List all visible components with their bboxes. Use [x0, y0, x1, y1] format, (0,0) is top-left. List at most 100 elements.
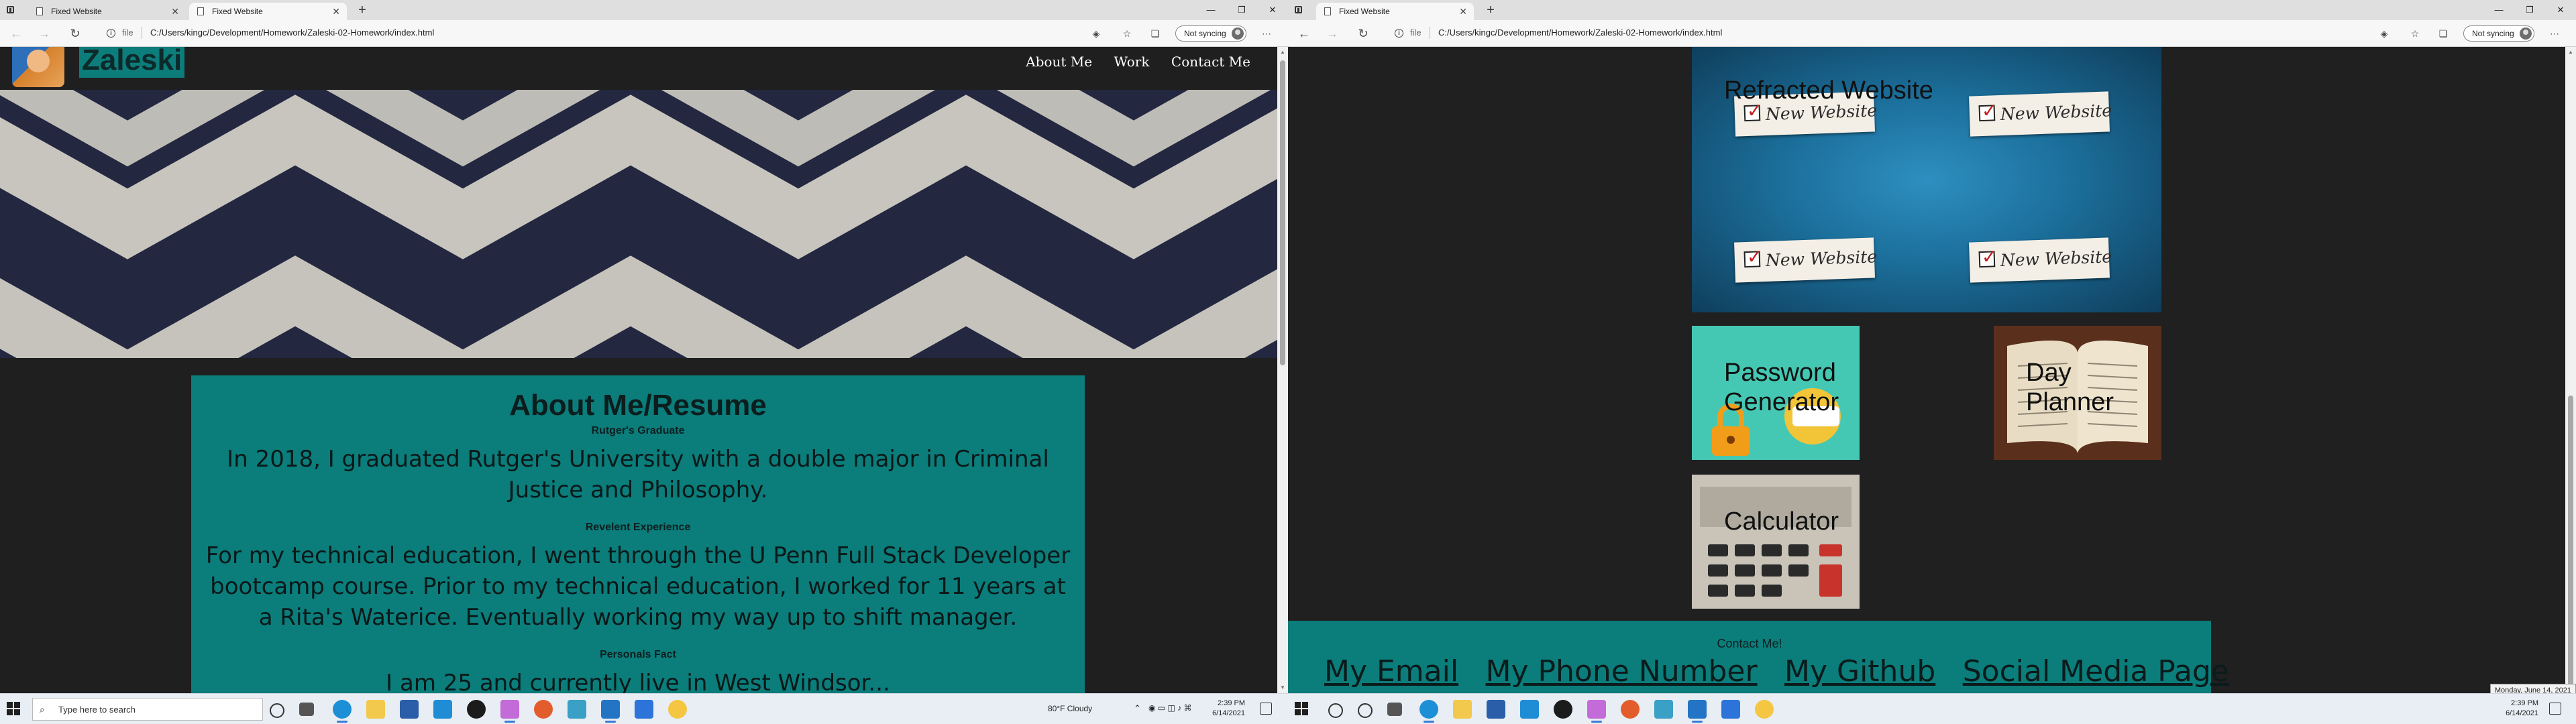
- taskbar-search-box[interactable]: ⌕ Type here to search: [32, 698, 263, 721]
- paint-icon[interactable]: [668, 700, 687, 719]
- task-view-icon[interactable]: [299, 703, 314, 716]
- close-tab-icon[interactable]: ✕: [171, 3, 179, 20]
- page-icon: [36, 7, 43, 15]
- scroll-up-icon[interactable]: ▲: [2565, 47, 2576, 58]
- new-tab-icon[interactable]: +: [1483, 3, 1499, 19]
- chrome-app-icon[interactable]: [534, 700, 553, 719]
- forward-icon[interactable]: →: [36, 25, 52, 42]
- address-scheme: file: [122, 27, 133, 38]
- xbox-icon[interactable]: [467, 700, 486, 719]
- scrollbar-thumb[interactable]: [1280, 60, 1285, 365]
- nav-link-contact-me[interactable]: Contact Me: [1171, 54, 1250, 70]
- favorite-star-icon[interactable]: ☆: [2408, 27, 2422, 40]
- about-section: About Me/Resume Rutger's Graduate In 201…: [191, 375, 1085, 693]
- work-featured-refracted-website[interactable]: New Website New Website New Website New …: [1692, 47, 2161, 312]
- back-icon[interactable]: ←: [1296, 25, 1312, 42]
- task-view-icon[interactable]: [1387, 703, 1402, 716]
- minimize-icon[interactable]: —: [1195, 0, 1226, 20]
- vscode-icon[interactable]: [601, 700, 620, 723]
- profile-sync-button[interactable]: Not syncing: [2463, 25, 2534, 42]
- restore-icon[interactable]: ❐: [1226, 0, 1257, 20]
- tab-label: Fixed Website: [51, 7, 102, 16]
- tab-actions-icon[interactable]: [5, 5, 16, 15]
- back-icon[interactable]: ←: [8, 25, 24, 42]
- info-icon[interactable]: i: [105, 27, 118, 40]
- file-explorer-icon[interactable]: [366, 700, 385, 719]
- windows-start-icon[interactable]: [1295, 702, 1309, 717]
- close-window-icon[interactable]: ✕: [2545, 0, 2576, 20]
- site-brand[interactable]: Zaleski: [79, 47, 185, 78]
- outlook-icon[interactable]: [635, 700, 653, 719]
- link-my-email[interactable]: My Email: [1324, 654, 1458, 688]
- vscode-icon[interactable]: [1688, 700, 1707, 723]
- about-paragraph-facts: I am 25 and currently live in West Winds…: [386, 670, 890, 693]
- info-icon[interactable]: i: [1393, 27, 1406, 40]
- edge-icon[interactable]: [333, 700, 352, 723]
- collections-icon[interactable]: ❏: [2436, 27, 2450, 40]
- edge-icon[interactable]: [1419, 700, 1438, 723]
- discord-app-icon[interactable]: [500, 700, 519, 723]
- tab-label: Fixed Website: [1339, 7, 1390, 16]
- cortana-icon[interactable]: [270, 703, 284, 718]
- refresh-icon[interactable]: ↻: [1355, 25, 1371, 42]
- more-menu-icon[interactable]: ⋯: [1260, 27, 1273, 40]
- collections-icon[interactable]: ❏: [1148, 27, 1162, 40]
- link-social-media-page[interactable]: Social Media Page: [1963, 654, 2229, 688]
- page-scrollbar[interactable]: ▲ ▼: [2565, 47, 2576, 693]
- notifications-icon[interactable]: [1260, 703, 1272, 715]
- forward-icon[interactable]: →: [1324, 25, 1340, 42]
- close-tab-icon[interactable]: ✕: [332, 3, 340, 20]
- scroll-down-icon[interactable]: ▼: [1277, 682, 1288, 693]
- link-my-phone-number[interactable]: My Phone Number: [1486, 654, 1758, 688]
- link-my-github[interactable]: My Github: [1784, 654, 1935, 688]
- reading-view-icon[interactable]: ◈: [2377, 27, 2391, 40]
- tab-actions-icon[interactable]: [1293, 5, 1304, 15]
- xbox-icon[interactable]: [1554, 700, 1572, 719]
- page-scrollbar[interactable]: ▲ ▼: [1277, 47, 1288, 693]
- nav-link-work[interactable]: Work: [1114, 54, 1150, 70]
- work-card-password-generator[interactable]: Password Generator: [1692, 326, 1860, 460]
- store-icon[interactable]: [1487, 700, 1505, 719]
- tab-fixed-website-1[interactable]: Fixed Website ✕: [28, 3, 186, 20]
- tray-chevron-icon[interactable]: ⌃: [1134, 703, 1141, 714]
- file-explorer-icon[interactable]: [1453, 700, 1472, 719]
- search-icon[interactable]: [1328, 703, 1343, 718]
- taskbar-clock[interactable]: 2:39 PM 6/14/2021: [1202, 699, 1245, 719]
- windows-start-icon[interactable]: [7, 702, 21, 717]
- notifications-icon[interactable]: [2549, 703, 2561, 715]
- scrollbar-thumb[interactable]: [2568, 396, 2573, 690]
- refresh-icon[interactable]: ↻: [67, 25, 83, 42]
- terminal-icon[interactable]: [1654, 700, 1673, 719]
- tab-fixed-website[interactable]: Fixed Website ✕: [1316, 3, 1474, 20]
- paint-icon[interactable]: [1755, 700, 1774, 719]
- cortana-icon[interactable]: [1358, 703, 1373, 718]
- new-tab-icon[interactable]: +: [354, 3, 370, 19]
- nav-link-about-me[interactable]: About Me: [1026, 54, 1092, 70]
- work-card-day-planner[interactable]: Day Planner: [1994, 326, 2161, 460]
- minimize-icon[interactable]: —: [2483, 0, 2514, 20]
- reading-view-icon[interactable]: ◈: [1089, 27, 1103, 40]
- mail-icon[interactable]: [433, 700, 452, 719]
- store-icon[interactable]: [400, 700, 419, 719]
- scroll-up-icon[interactable]: ▲: [1277, 47, 1288, 58]
- work-card-calculator[interactable]: Calculator: [1692, 475, 1860, 609]
- tab-fixed-website-2[interactable]: Fixed Website ✕: [189, 3, 347, 20]
- close-tab-icon[interactable]: ✕: [1459, 3, 1467, 20]
- calculator-image: [1692, 475, 1860, 609]
- more-menu-icon[interactable]: ⋯: [2548, 27, 2561, 40]
- profile-sync-button[interactable]: Not syncing: [1175, 25, 1246, 42]
- address-bar[interactable]: C:/Users/kingc/Development/Homework/Zale…: [150, 27, 434, 38]
- close-window-icon[interactable]: ✕: [1257, 0, 1288, 20]
- outlook-icon[interactable]: [1721, 700, 1740, 719]
- address-bar[interactable]: C:/Users/kingc/Development/Homework/Zale…: [1438, 27, 1722, 38]
- terminal-icon[interactable]: [568, 700, 586, 719]
- tray-status-icons[interactable]: ◉ ▭ ◫ ♪ ⌘: [1148, 703, 1191, 713]
- restore-icon[interactable]: ❐: [2514, 0, 2545, 20]
- discord-app-icon[interactable]: [1587, 700, 1606, 723]
- weather-widget[interactable]: 80°F Cloudy: [1048, 704, 1092, 713]
- about-paragraph-graduate: In 2018, I graduated Rutger's University…: [227, 446, 1049, 503]
- mail-icon[interactable]: [1520, 700, 1539, 719]
- favorite-star-icon[interactable]: ☆: [1120, 27, 1134, 40]
- taskbar-clock[interactable]: 2:39 PM 6/14/2021: [2496, 699, 2538, 719]
- chrome-app-icon[interactable]: [1621, 700, 1640, 719]
